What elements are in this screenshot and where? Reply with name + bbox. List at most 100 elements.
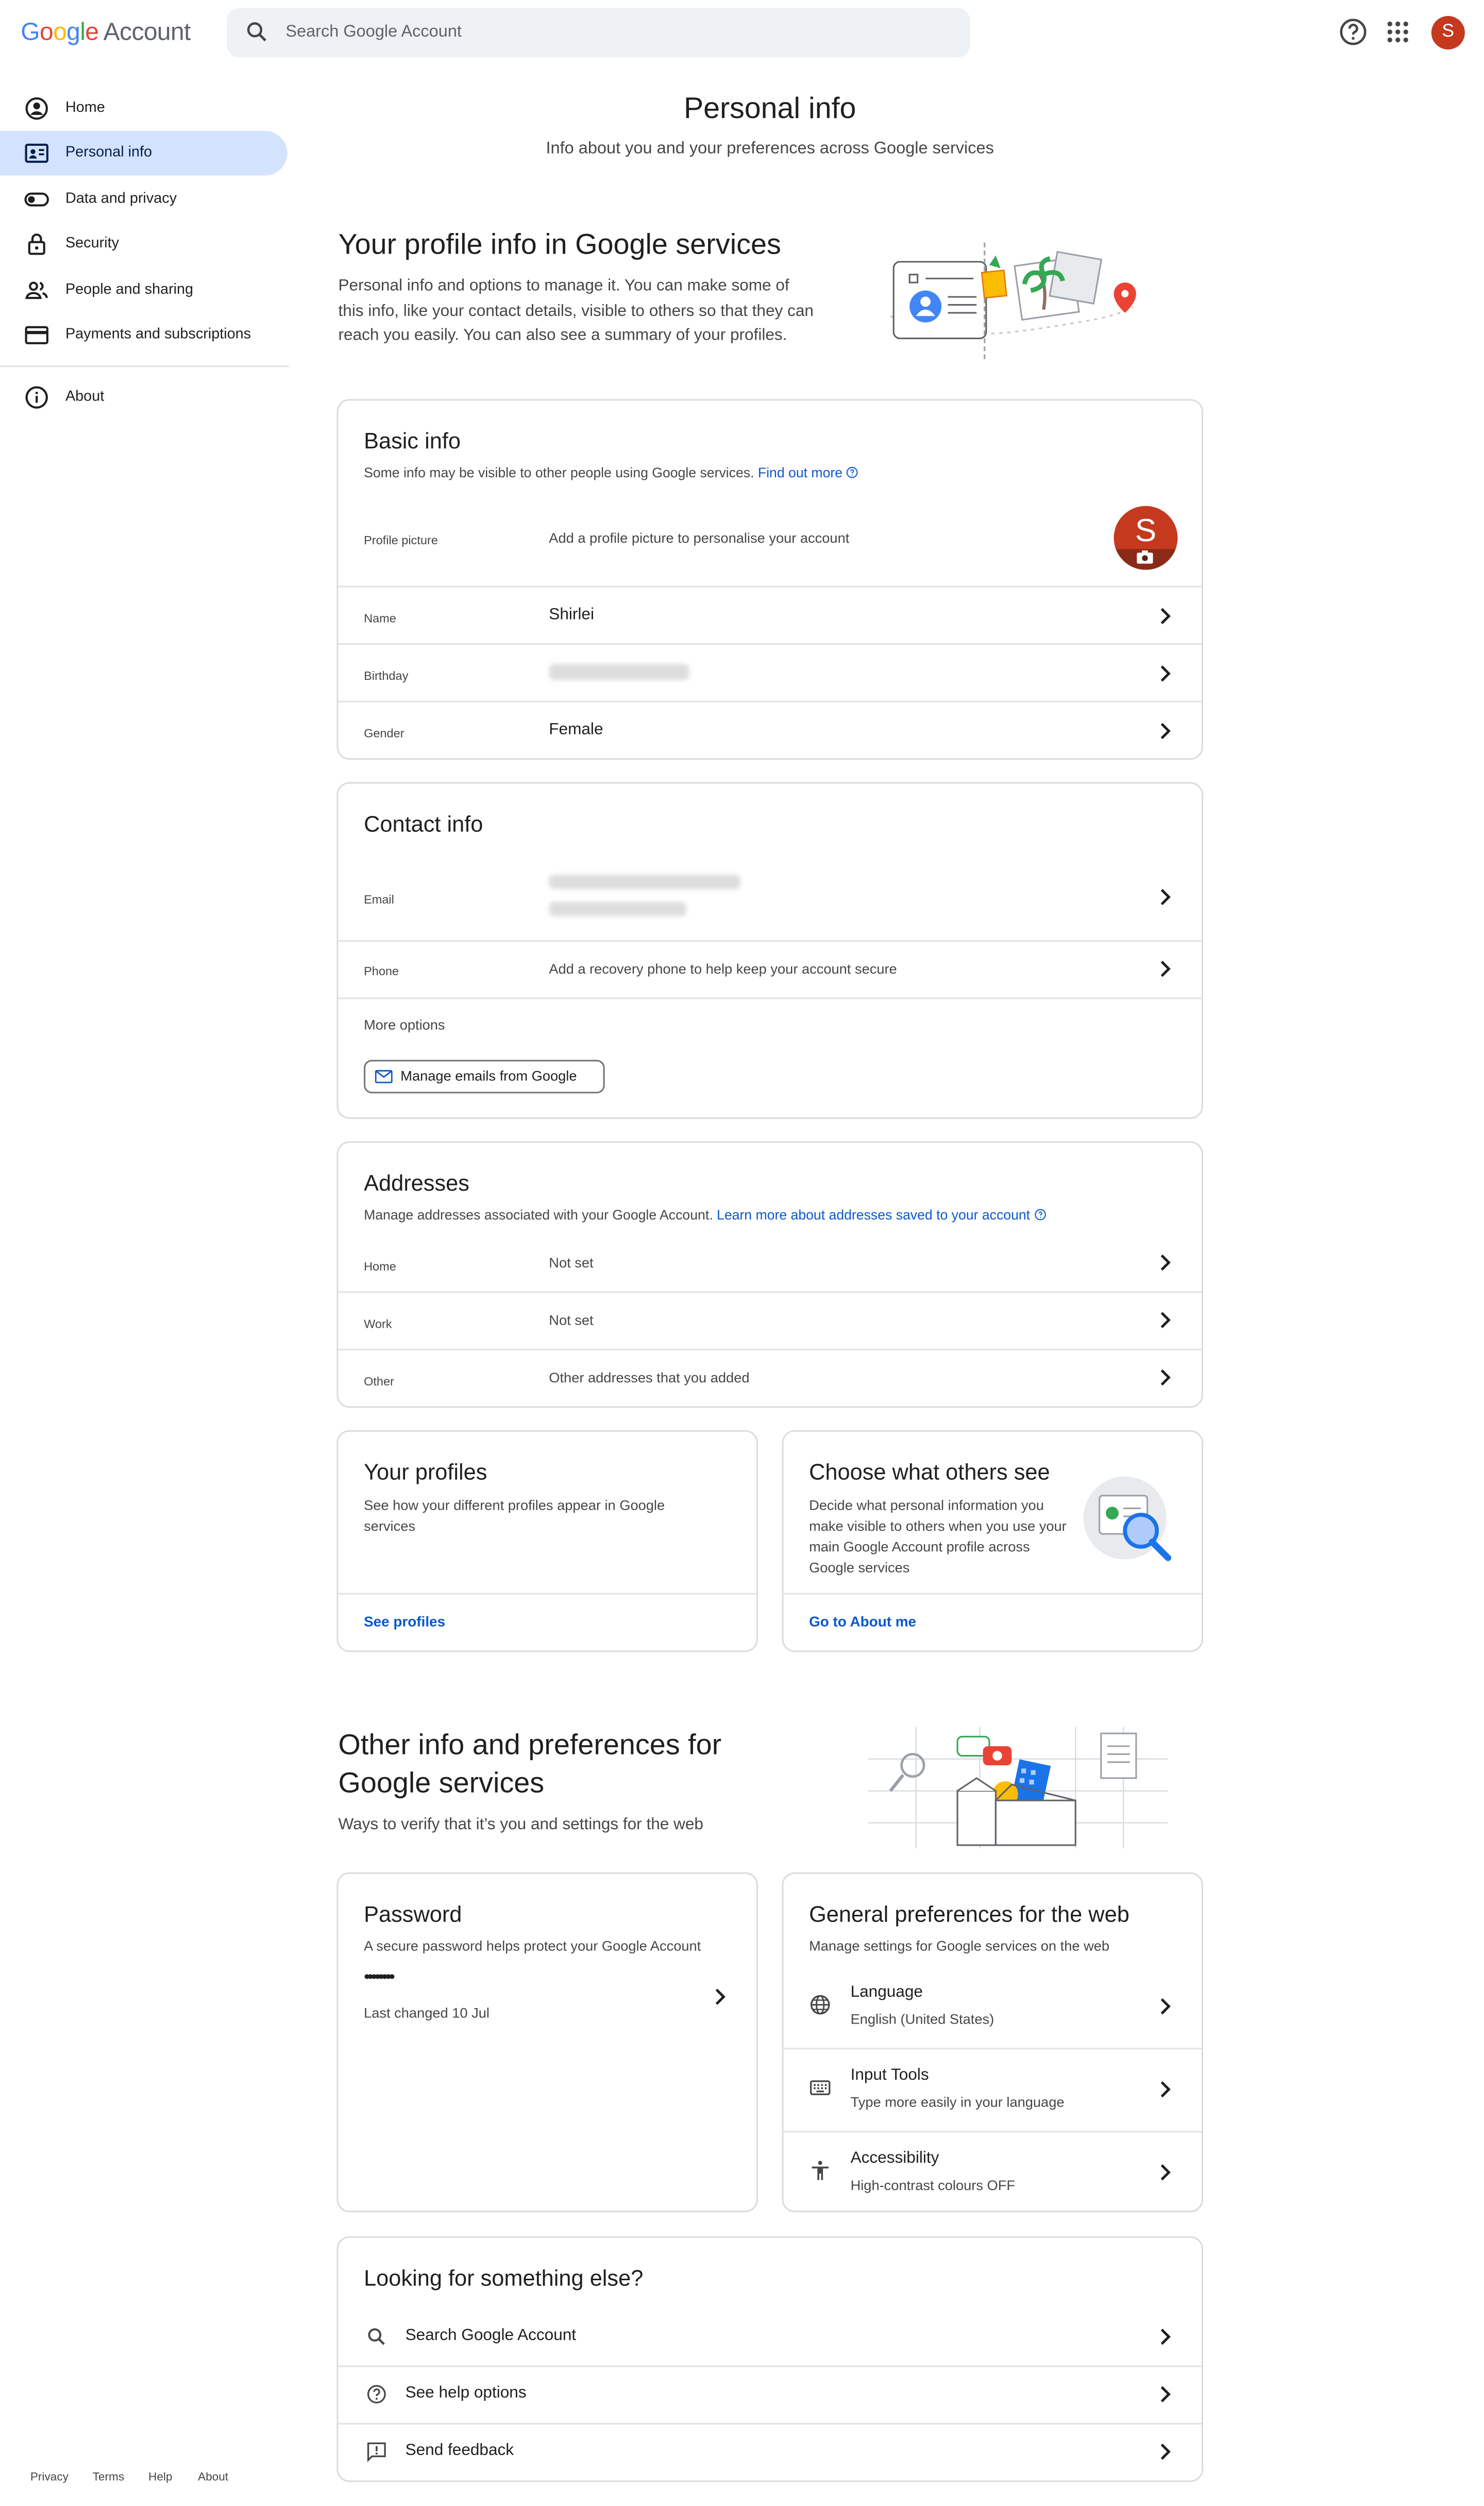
chevron-right-icon (1160, 665, 1171, 682)
card-title: Password (364, 1901, 462, 1927)
card-title: Looking for something else? (364, 2265, 644, 2291)
card-title: Your profiles (364, 1459, 487, 1484)
manage-emails-button[interactable]: Manage emails from Google (364, 1060, 605, 1094)
footer-help-link[interactable]: Help (148, 2469, 173, 2484)
birthday-redacted-value (549, 664, 689, 680)
title-line: Google services (338, 1767, 545, 1799)
row-label: Birthday (364, 669, 409, 683)
email-redacted-value (549, 901, 686, 916)
help-icon[interactable] (1337, 16, 1369, 48)
basic-info-note: Some info may be visible to other people… (364, 464, 859, 480)
your-profiles-card: Your profiles See how your different pro… (336, 1430, 758, 1652)
row-title: Language (850, 1984, 923, 2002)
card-description: Decide what personal information you mak… (809, 1497, 1067, 1576)
logo-letter: e (85, 19, 99, 46)
search-bar[interactable]: Search Google Account (226, 8, 970, 58)
search-input[interactable]: Search Google Account (285, 22, 462, 41)
chevron-right-icon (1160, 1254, 1171, 1271)
address-row-home[interactable]: Home Not set (339, 1235, 1202, 1291)
row-value: High-contrast colours OFF (850, 2177, 1016, 2193)
see-profiles-link[interactable]: See profiles (364, 1614, 445, 1630)
toggle-icon (24, 192, 49, 207)
google-account-logo[interactable]: Google Account (21, 19, 191, 48)
chevron-right-icon (1160, 889, 1171, 906)
go-to-about-me-link[interactable]: Go to About me (809, 1614, 916, 1630)
preferences-illustration (868, 1727, 1168, 1849)
send-feedback-row[interactable]: Send feedback (339, 2425, 1202, 2479)
sidebar-item-label: Security (65, 235, 119, 251)
row-value: Type more easily in your language (850, 2094, 1065, 2110)
sidebar-item-label: Personal info (65, 143, 153, 160)
chevron-right-icon (715, 1989, 726, 2005)
profile-illustration (890, 242, 1136, 361)
other-section-title: Other info and preferences for Google se… (339, 1726, 817, 1802)
search-icon[interactable] (244, 19, 270, 45)
globe-icon (810, 1995, 830, 2015)
chevron-right-icon (1160, 1312, 1171, 1328)
sidebar-item-label: About (65, 388, 105, 404)
address-row-work[interactable]: Work Not set (339, 1293, 1202, 1348)
account-avatar[interactable]: S (1431, 15, 1465, 49)
web-preferences-card: General preferences for the web Manage s… (782, 1872, 1203, 2213)
phone-row[interactable]: Phone Add a recovery phone to help keep … (339, 942, 1202, 997)
account-circle-icon (25, 97, 48, 120)
chevron-right-icon (1160, 961, 1171, 977)
more-options-label: More options (364, 1016, 445, 1033)
row-label: Other (364, 1374, 394, 1389)
email-row[interactable]: Email (339, 862, 1202, 940)
accessibility-row[interactable]: Accessibility High-contrast colours OFF (784, 2132, 1202, 2209)
language-row[interactable]: Language English (United States) (784, 1966, 1202, 2048)
sidebar-item-personal-info[interactable]: Personal info (0, 130, 288, 176)
sidebar-item-about[interactable]: About (0, 375, 287, 420)
sidebar-item-label: Home (65, 99, 105, 115)
info-icon (847, 466, 858, 478)
chevron-right-icon (1160, 608, 1171, 625)
sidebar-divider (0, 365, 289, 367)
find-out-more-link[interactable]: Find out more (758, 464, 842, 480)
learn-more-addresses-link[interactable]: Learn more about addresses saved to your… (717, 1207, 1030, 1223)
footer-about-link[interactable]: About (198, 2469, 228, 2484)
card-divider (783, 1593, 1202, 1595)
avatar-letter: S (1135, 514, 1157, 549)
chevron-right-icon (1160, 1369, 1171, 1386)
password-card[interactable]: Password A secure password helps protect… (336, 1872, 758, 2213)
chevron-right-icon (1160, 2443, 1171, 2460)
row-label: Gender (364, 726, 404, 741)
profile-picture-avatar[interactable]: S (1114, 506, 1178, 570)
choose-others-see-card: Choose what others see Decide what perso… (782, 1430, 1203, 1652)
sidebar-item-people-sharing[interactable]: People and sharing (0, 268, 287, 313)
row-value: Female (549, 721, 603, 739)
card-title: General preferences for the web (809, 1901, 1129, 1927)
search-account-row[interactable]: Search Google Account (339, 2308, 1202, 2365)
basic-info-card: Basic info Some info may be visible to o… (336, 399, 1203, 760)
row-label: Profile picture (364, 533, 438, 548)
feedback-icon (367, 2442, 386, 2462)
footer-terms-link[interactable]: Terms (93, 2469, 125, 2484)
card-title: Choose what others see (809, 1459, 1050, 1484)
mail-icon (375, 1070, 393, 1083)
sidebar-item-payments[interactable]: Payments and subscriptions (0, 313, 287, 358)
sidebar-item-label: Payments and subscriptions (65, 325, 251, 342)
profile-picture-row[interactable]: Profile picture Add a profile picture to… (339, 499, 1202, 586)
name-row[interactable]: Name Shirlei (339, 588, 1202, 643)
sidebar-item-data-privacy[interactable]: Data and privacy (0, 177, 287, 222)
row-label: Email (364, 892, 394, 907)
help-options-row[interactable]: See help options (339, 2367, 1202, 2423)
birthday-row[interactable]: Birthday (339, 645, 1202, 700)
apps-grid-icon[interactable] (1382, 16, 1414, 48)
info-icon (1035, 1209, 1046, 1221)
sidebar-item-security[interactable]: Security (0, 222, 287, 266)
sidebar-item-home[interactable]: Home (0, 86, 287, 131)
input-tools-row[interactable]: Input Tools Type more easily in your lan… (784, 2049, 1202, 2131)
gender-row[interactable]: Gender Female (339, 703, 1202, 757)
credit-card-icon (25, 326, 48, 344)
address-row-other[interactable]: Other Other addresses that you added (339, 1350, 1202, 1405)
chevron-right-icon (1160, 1998, 1171, 2015)
chevron-right-icon (1160, 723, 1171, 740)
card-title: Addresses (364, 1170, 469, 1196)
footer-privacy-link[interactable]: Privacy (30, 2469, 69, 2484)
basic-info-note-text: Some info may be visible to other people… (364, 464, 754, 481)
row-value: Not set (549, 1255, 594, 1271)
addresses-note-text: Manage addresses associated with your Go… (364, 1207, 713, 1223)
row-value: Not set (549, 1312, 594, 1328)
